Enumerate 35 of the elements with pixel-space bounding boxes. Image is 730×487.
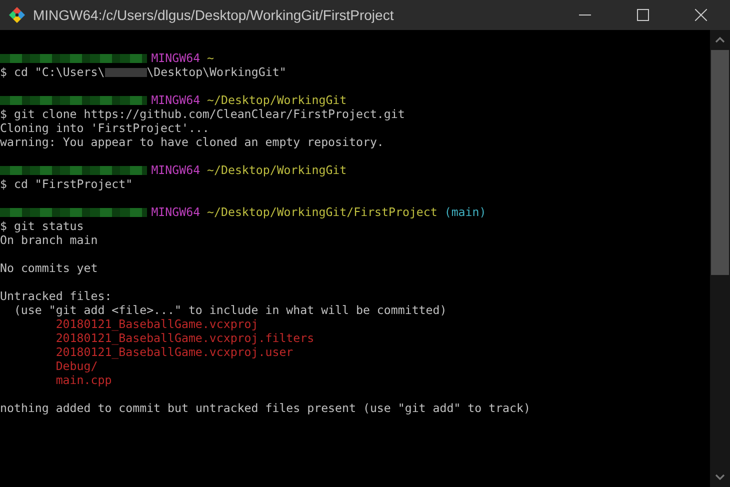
scrollbar[interactable] xyxy=(710,30,730,487)
output-text: Cloning into 'FirstProject'... xyxy=(0,121,210,135)
untracked-file: 20180121_BaseballGame.vcxproj xyxy=(56,317,258,331)
prompt-branch: (main) xyxy=(444,205,486,219)
output-text: On branch main xyxy=(0,233,98,247)
untracked-file: main.cpp xyxy=(56,373,112,387)
untracked-file: 20180121_BaseballGame.vcxproj.user xyxy=(56,345,294,359)
output-text: No commits yet xyxy=(0,261,98,275)
prompt-system: MINGW64 xyxy=(151,205,200,219)
prompt-path: ~/Desktop/WorkingGit/FirstProject xyxy=(207,205,438,219)
close-icon[interactable] xyxy=(695,9,707,21)
prompt-system: MINGW64 xyxy=(151,163,200,177)
scroll-down-icon[interactable] xyxy=(715,474,725,480)
maximize-icon[interactable] xyxy=(637,9,649,21)
window-title: MINGW64:/c/Users/dlgus/Desktop/WorkingGit/FirstProject xyxy=(33,7,394,23)
prompt-system: MINGW64 xyxy=(151,51,200,65)
output-text: nothing added to commit but untracked files present (use "git add" to track) xyxy=(0,401,530,415)
redacted-block xyxy=(104,68,147,76)
output-text: Untracked files: xyxy=(0,289,112,303)
prompt-path: ~ xyxy=(207,51,214,65)
command-text: $ cd "C:\Users\ xyxy=(0,65,105,79)
scroll-thumb[interactable] xyxy=(711,50,729,275)
prompt-path: ~/Desktop/WorkingGit xyxy=(207,93,347,107)
prompt-path: ~/Desktop/WorkingGit xyxy=(207,163,347,177)
output-text: warning: You appear to have cloned an empty repository. xyxy=(0,135,384,149)
prompt-system: MINGW64 xyxy=(151,93,200,107)
command-text: $ cd "FirstProject" xyxy=(0,177,133,191)
command-text: $ git clone https://github.com/CleanClear/FirstProject.git xyxy=(0,107,405,121)
command-text: $ git status xyxy=(0,219,84,233)
diamond-logo-icon xyxy=(9,7,25,23)
scroll-up-icon[interactable] xyxy=(715,37,725,43)
untracked-file: 20180121_BaseballGame.vcxproj.filters xyxy=(56,331,314,345)
hint-text: (use "git add <file>..." to include in what will be committed) xyxy=(14,303,447,317)
command-text: \Desktop\WorkingGit" xyxy=(146,65,286,79)
untracked-file: Debug/ xyxy=(56,359,98,373)
